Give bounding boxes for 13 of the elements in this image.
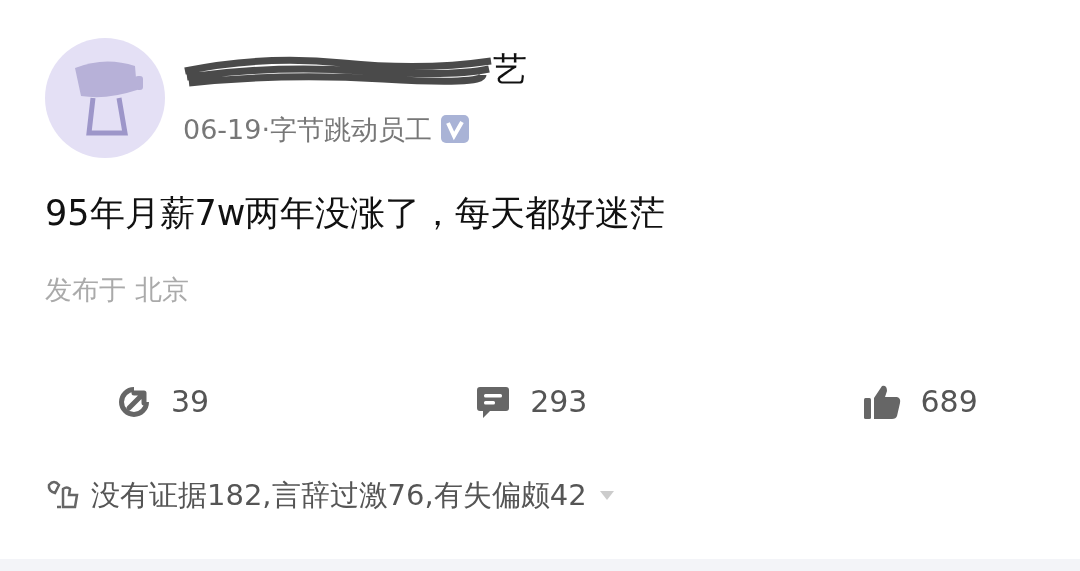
share-button[interactable]: 39 <box>115 383 210 421</box>
post-text: 95年月薪7w两年没涨了，每天都好迷茫 <box>44 196 667 231</box>
action-count: 293 <box>530 387 588 417</box>
thumbs-up-icon <box>862 383 903 421</box>
author-name: 艺 <box>493 52 527 86</box>
action-count: 39 <box>171 387 210 417</box>
action-count: 689 <box>920 387 978 417</box>
dropdown-caret-icon[interactable] <box>598 489 615 501</box>
feedback-summary: 没有证据182,言辞过激76,有失偏颇42 <box>91 480 587 510</box>
post-location: 发布于 北京 <box>44 276 190 303</box>
like-button[interactable]: 689 <box>862 383 978 421</box>
comment-button[interactable]: 293 <box>474 383 588 421</box>
author-meta: 06-19·字节跳动员工 <box>183 115 433 143</box>
